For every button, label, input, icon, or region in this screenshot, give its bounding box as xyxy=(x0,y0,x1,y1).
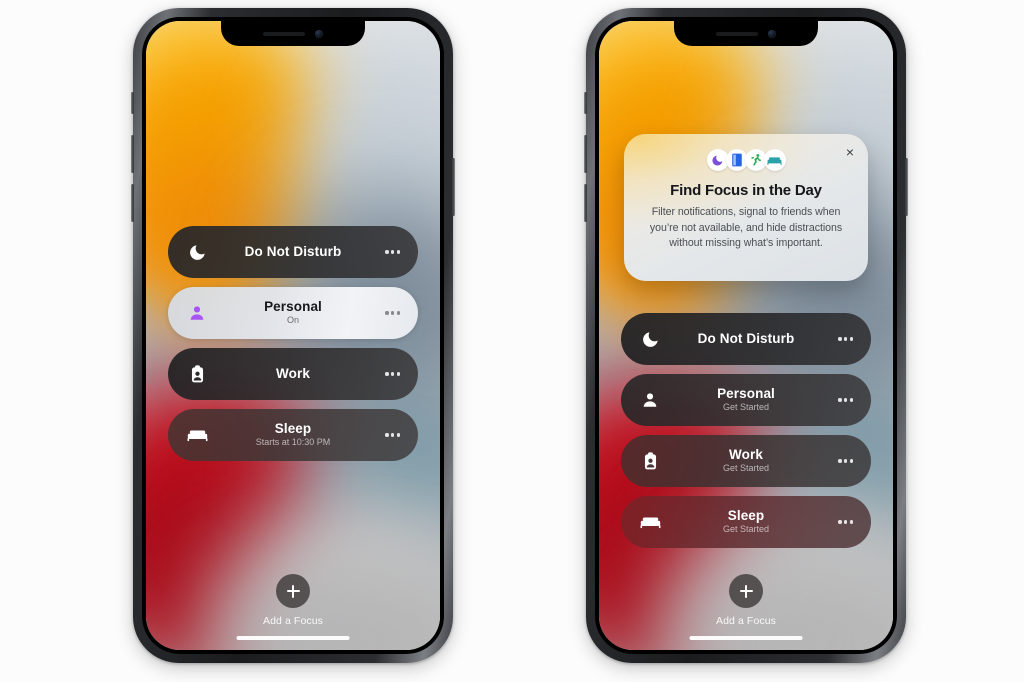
focus-row-do-not-disturb[interactable]: Do Not Disturb xyxy=(168,226,418,278)
focus-row-title: Personal xyxy=(264,299,322,315)
mute-switch-button[interactable] xyxy=(131,92,134,114)
focus-row-title: Do Not Disturb xyxy=(697,331,795,347)
focus-row-subtitle: Get Started xyxy=(722,462,770,473)
ellipsis-icon[interactable] xyxy=(838,398,853,402)
phone-bezel-left: Do Not Disturb Personal On Work Sleep St… xyxy=(142,17,444,654)
focus-row-title: Personal xyxy=(717,386,775,402)
volume-down-button[interactable] xyxy=(584,184,587,222)
front-camera-icon xyxy=(768,29,776,38)
focus-row-subtitle: Get Started xyxy=(722,401,770,412)
focus-row-sleep[interactable]: Sleep Get Started xyxy=(621,496,871,548)
card-body-text: Filter notifications, signal to friends … xyxy=(649,206,843,250)
focus-row-work[interactable]: Work Get Started xyxy=(621,435,871,487)
add-focus-label: Add a Focus xyxy=(262,615,324,627)
phone-bezel-right: × Find Focus in the Day Filter notificat… xyxy=(595,17,897,654)
home-indicator[interactable] xyxy=(689,636,803,640)
volume-up-button[interactable] xyxy=(584,135,587,173)
focus-list-left: Do Not Disturb Personal On Work Sleep St… xyxy=(168,226,418,461)
phone-screen-right: × Find Focus in the Day Filter notificat… xyxy=(599,21,893,650)
focus-row-title: Work xyxy=(729,447,763,463)
focus-row-personal[interactable]: Personal On xyxy=(168,287,418,339)
volume-up-button[interactable] xyxy=(131,135,134,173)
focus-onboarding-card: × Find Focus in the Day Filter notificat… xyxy=(623,134,869,281)
ellipsis-icon[interactable] xyxy=(385,433,400,437)
moon-icon xyxy=(186,241,208,263)
front-camera-icon xyxy=(315,29,323,38)
person-icon xyxy=(186,302,208,324)
phone-device-right: × Find Focus in the Day Filter notificat… xyxy=(584,8,908,663)
add-focus-label: Add a Focus xyxy=(715,615,777,627)
notch-left xyxy=(221,21,365,46)
add-focus-button[interactable] xyxy=(276,574,310,608)
bed-icon xyxy=(638,511,662,533)
ellipsis-icon[interactable] xyxy=(385,250,400,254)
phone-screen-left: Do Not Disturb Personal On Work Sleep St… xyxy=(146,21,440,650)
focus-row-sleep[interactable]: Sleep Starts at 10:30 PM xyxy=(168,409,418,461)
ellipsis-icon[interactable] xyxy=(838,520,853,524)
card-icon-row xyxy=(624,149,868,171)
focus-row-personal[interactable]: Personal Get Started xyxy=(621,374,871,426)
moon-icon xyxy=(639,328,661,350)
ellipsis-icon[interactable] xyxy=(385,372,400,376)
focus-list-right: Do Not Disturb Personal Get Started Work… xyxy=(621,313,871,548)
ellipsis-icon[interactable] xyxy=(385,311,400,315)
power-button[interactable] xyxy=(905,158,908,216)
mute-switch-button[interactable] xyxy=(584,92,587,114)
earpiece-speaker-icon xyxy=(716,31,758,36)
focus-row-subtitle: Get Started xyxy=(722,523,770,534)
focus-row-title: Sleep xyxy=(727,508,765,524)
focus-row-subtitle: Starts at 10:30 PM xyxy=(255,436,331,447)
scene-canvas: Do Not Disturb Personal On Work Sleep St… xyxy=(0,0,1024,682)
focus-row-do-not-disturb[interactable]: Do Not Disturb xyxy=(621,313,871,365)
badge-icon xyxy=(186,363,208,385)
close-icon[interactable]: × xyxy=(841,143,859,161)
focus-row-title: Do Not Disturb xyxy=(244,244,342,260)
ellipsis-icon[interactable] xyxy=(838,459,853,463)
add-focus-button[interactable] xyxy=(729,574,763,608)
focus-row-title: Sleep xyxy=(274,421,312,437)
bed-icon xyxy=(185,424,209,446)
add-focus-group-right[interactable]: Add a Focus xyxy=(599,574,893,627)
focus-row-work[interactable]: Work xyxy=(168,348,418,400)
power-button[interactable] xyxy=(452,158,455,216)
card-title: Find Focus in the Day xyxy=(670,182,822,199)
earpiece-speaker-icon xyxy=(263,31,305,36)
home-indicator[interactable] xyxy=(236,636,350,640)
add-focus-group-left[interactable]: Add a Focus xyxy=(146,574,440,627)
badge-icon xyxy=(639,450,661,472)
notch-right xyxy=(674,21,818,46)
phone-device-left: Do Not Disturb Personal On Work Sleep St… xyxy=(131,8,455,663)
ellipsis-icon[interactable] xyxy=(838,337,853,341)
bed-icon xyxy=(763,149,786,171)
volume-down-button[interactable] xyxy=(131,184,134,222)
focus-row-subtitle: On xyxy=(286,314,299,325)
person-icon xyxy=(639,389,661,411)
focus-row-title: Work xyxy=(276,366,310,382)
